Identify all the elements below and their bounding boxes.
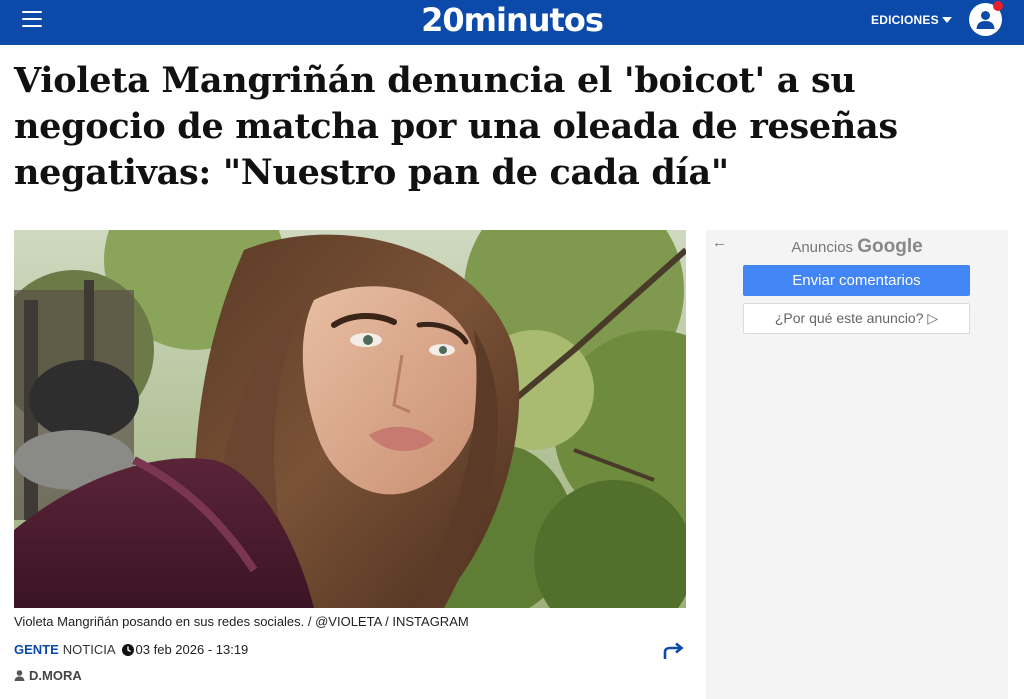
user-silhouette [976, 11, 995, 29]
article-headline: Violeta Mangriñán denuncia el 'boicot' a… [14, 60, 898, 193]
author-name: D.MORA [29, 668, 82, 683]
photo-caption: Violeta Mangriñán posando en sus redes s… [14, 614, 469, 629]
ad-panel: ← Anuncios Google Enviar comentarios ¿Po… [706, 230, 1008, 699]
share-icon[interactable] [663, 642, 685, 660]
caret-down-icon [941, 17, 952, 23]
article-meta: GENTE NOTICIA 03 feb 2026 - 13:19 [14, 642, 248, 657]
author-byline[interactable]: D.MORA [14, 668, 82, 683]
photo-illustration [14, 230, 686, 608]
notification-dot [993, 1, 1003, 11]
top-bar: 20minutos EDICIONES [0, 0, 1024, 45]
why-this-ad-button[interactable]: ¿Por qué este anuncio? ▷ [743, 303, 970, 334]
person-icon [14, 670, 25, 681]
ad-title-prefix: Anuncios [791, 239, 854, 256]
send-feedback-button[interactable]: Enviar comentarios [743, 265, 970, 296]
clock-icon [121, 644, 134, 656]
article-type: NOTICIA [62, 642, 116, 657]
editions-dropdown[interactable]: EDICIONES [871, 13, 952, 27]
share-arrow [663, 642, 684, 659]
article-photo[interactable] [14, 230, 686, 608]
publish-date: 03 feb 2026 - 13:19 [135, 642, 249, 657]
editions-label: EDICIONES [871, 13, 939, 27]
ad-title-brand: Google [857, 236, 923, 257]
ad-title: Anuncios Google [706, 236, 1008, 258]
menu-icon[interactable] [22, 11, 42, 27]
section-link[interactable]: GENTE [14, 642, 59, 657]
